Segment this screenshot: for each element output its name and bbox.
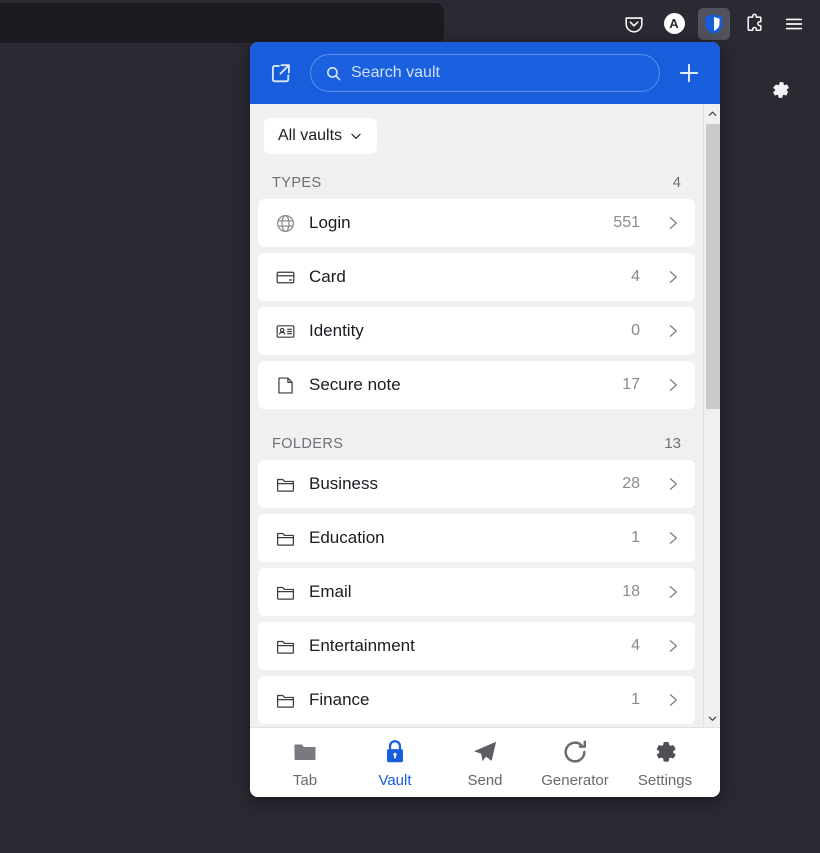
- vault-filter-dropdown[interactable]: All vaults: [264, 118, 378, 154]
- chevron-right-icon: [665, 638, 681, 654]
- lock-icon: [382, 737, 408, 767]
- item-label: Finance: [309, 690, 370, 709]
- item-label: Identity: [309, 321, 364, 340]
- item-label: Secure note: [309, 375, 401, 394]
- id-card-icon: [274, 320, 296, 342]
- chevron-right-icon: [665, 476, 681, 492]
- item-label: Education: [309, 528, 385, 547]
- item-label: Entertainment: [309, 636, 415, 655]
- extensions-icon[interactable]: [738, 8, 770, 40]
- note-icon: [274, 374, 296, 396]
- chevron-right-icon: [665, 215, 681, 231]
- popup-header: [250, 42, 720, 104]
- search-icon: [327, 66, 341, 80]
- scroll-down-button[interactable]: [704, 709, 721, 727]
- item-count: 18: [622, 583, 640, 600]
- item-count: 551: [613, 214, 640, 231]
- item-count: 28: [622, 475, 640, 492]
- chevron-right-icon: [665, 377, 681, 393]
- item-label: Email: [309, 582, 352, 601]
- account-avatar[interactable]: A: [658, 8, 690, 40]
- globe-icon: [274, 212, 296, 234]
- item-label: Business: [309, 474, 378, 493]
- chevron-right-icon: [665, 269, 681, 285]
- item-count: 4: [631, 268, 640, 285]
- toolbar-icon-group: A: [618, 0, 810, 47]
- item-count: 4: [631, 637, 640, 654]
- bottom-navigation: Tab Vault Send Generator Settings: [250, 727, 720, 797]
- bitwarden-popup: All vaults TYPES 4: [250, 42, 720, 797]
- vault-filter-label: All vaults: [278, 127, 343, 144]
- vault-folder-business[interactable]: Business 28: [258, 460, 695, 508]
- pocket-icon[interactable]: [618, 8, 650, 40]
- credit-card-icon: [274, 266, 296, 288]
- section-count: 13: [664, 435, 681, 452]
- scroll-content: All vaults TYPES 4 Login 551 Card 4 Iden…: [250, 104, 703, 727]
- chevron-right-icon: [665, 530, 681, 546]
- vault-folder-email[interactable]: Email 18: [258, 568, 695, 616]
- folder-icon: [274, 581, 296, 603]
- vault-type-login[interactable]: Login 551: [258, 199, 695, 247]
- nav-label: Vault: [378, 771, 412, 789]
- nav-label: Tab: [292, 771, 318, 789]
- section-count: 4: [672, 174, 681, 191]
- settings-gear-icon: [651, 737, 679, 767]
- chevron-right-icon: [665, 323, 681, 339]
- bitwarden-extension-icon[interactable]: [698, 7, 730, 40]
- vault-folder-education[interactable]: Education 1: [258, 514, 695, 562]
- scrollbar-track[interactable]: [704, 122, 721, 709]
- section-title: FOLDERS: [272, 436, 344, 452]
- scrollbar-thumb[interactable]: [705, 124, 720, 409]
- popout-icon[interactable]: [264, 56, 298, 90]
- vault-type-identity[interactable]: Identity 0: [258, 307, 695, 355]
- vault-list-body: All vaults TYPES 4 Login 551 Card 4 Iden…: [250, 104, 720, 727]
- app-menu-icon[interactable]: [778, 8, 810, 40]
- vault-scrollbar[interactable]: [703, 104, 720, 727]
- nav-generator[interactable]: Generator: [536, 737, 614, 789]
- send-icon: [471, 737, 499, 767]
- item-count: 0: [631, 322, 640, 339]
- generator-icon: [561, 737, 589, 767]
- chevron-right-icon: [665, 584, 681, 600]
- nav-vault[interactable]: Vault: [356, 737, 434, 789]
- nav-label: Generator: [541, 771, 609, 789]
- folder-icon: [274, 527, 296, 549]
- gear-icon[interactable]: [765, 75, 795, 105]
- item-count: 1: [631, 529, 640, 546]
- nav-tab[interactable]: Tab: [266, 737, 344, 789]
- vault-folder-entertainment[interactable]: Entertainment 4: [258, 622, 695, 670]
- search-field[interactable]: [310, 54, 660, 92]
- item-count: 1: [631, 691, 640, 708]
- browser-toolbar: A: [0, 0, 820, 47]
- scroll-up-button[interactable]: [704, 104, 721, 122]
- nav-label: Send: [467, 771, 503, 789]
- search-input[interactable]: [351, 64, 645, 82]
- section-header-types: TYPES 4: [258, 154, 695, 199]
- section-header-folders: FOLDERS 13: [258, 415, 695, 460]
- item-label: Login: [309, 213, 351, 232]
- add-item-button[interactable]: [672, 56, 706, 90]
- vault-folder-finance[interactable]: Finance 1: [258, 676, 695, 724]
- nav-label: Settings: [637, 771, 693, 789]
- chevron-right-icon: [665, 692, 681, 708]
- folder-icon: [274, 689, 296, 711]
- url-bar[interactable]: [0, 3, 444, 43]
- vault-type-card[interactable]: Card 4: [258, 253, 695, 301]
- folder-icon: [274, 635, 296, 657]
- item-label: Card: [309, 267, 346, 286]
- folder-icon: [274, 473, 296, 495]
- nav-settings[interactable]: Settings: [626, 737, 704, 789]
- section-title: TYPES: [272, 175, 322, 191]
- vault-type-secure-note[interactable]: Secure note 17: [258, 361, 695, 409]
- item-count: 17: [622, 376, 640, 393]
- avatar-initial: A: [663, 13, 685, 34]
- chevron-down-icon: [351, 133, 361, 139]
- nav-send[interactable]: Send: [446, 737, 524, 789]
- folder-tab-icon: [291, 737, 319, 767]
